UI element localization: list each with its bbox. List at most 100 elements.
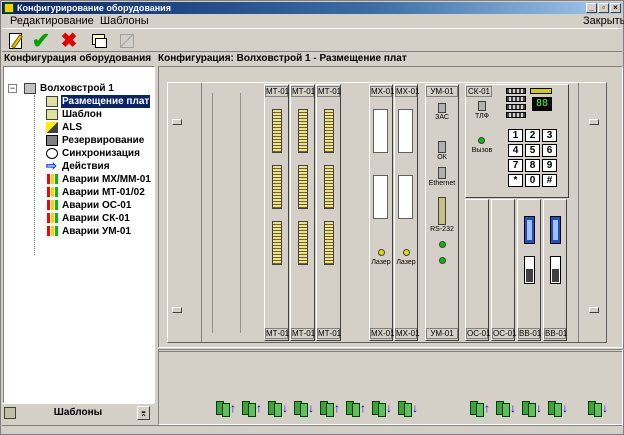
templates-label[interactable]: Шаблоны [2,407,154,418]
tree-item-reserve[interactable]: Резервирование [46,134,154,147]
key-8[interactable]: 8 [525,159,540,172]
board-icon-3[interactable]: ↓ [267,398,289,418]
key-6[interactable]: 6 [542,144,557,157]
rack-ear [172,307,182,313]
minimize-button[interactable]: _ [586,3,597,13]
alarm-icon [46,226,58,237]
card-label: УМ-01 [426,328,458,339]
connector [271,221,282,265]
collapse-icon[interactable]: − [8,84,17,93]
tree-item-label: Шаблон [62,109,102,120]
tree-item-sync[interactable]: Синхронизация [46,147,154,160]
board-icon-9[interactable]: ↑ [469,398,491,418]
zas-port [438,103,446,113]
card-mx-2[interactable]: МХ-01 Лазер МХ-01 [394,84,420,341]
card-window [398,175,413,219]
tree-item-template[interactable]: Шаблон [46,108,154,121]
rs232-port [438,197,446,225]
connector [323,221,334,265]
tree-root[interactable]: Волховстрой 1 [24,82,152,95]
laser-label: Лазер [396,259,416,266]
selector-switch[interactable] [524,216,535,244]
key-9[interactable]: 9 [542,159,557,172]
card-window [373,175,388,219]
card-sk[interactable]: СК-01 88 ТЛФ Вызов 1 2 3 4 5 6 7 8 9 * 0… [465,84,569,198]
toggle-switch[interactable] [550,256,561,284]
card-label: ВВ-01 [544,328,568,339]
tree-item-actions[interactable]: ⇨ Действия [46,159,154,173]
disabled-button[interactable] [116,31,138,51]
key-star[interactable]: * [508,174,523,187]
key-7[interactable]: 7 [508,159,523,172]
key-hash[interactable]: # [542,174,557,187]
documents-button[interactable] [88,31,110,51]
key-5[interactable]: 5 [525,144,540,157]
board-down-icon: ↓ [412,401,418,415]
close-window-button[interactable]: × [610,3,621,13]
card-bb-2[interactable]: ВВ-01 [543,199,567,341]
tree-item-alarm-mx[interactable]: Аварии МХ/ММ-01 [46,173,154,186]
menu-close[interactable]: Закрыть [583,15,624,27]
config-tree[interactable]: − Волховстрой 1 Размещение плат Шаблон A… [3,66,155,403]
new-button[interactable] [6,31,28,51]
card-mt-2[interactable]: МТ-01 МТ-01 [290,84,315,341]
tree-item-alarm-sk[interactable]: Аварии СК-01 [46,212,154,225]
tree-item-als[interactable]: ALS [46,121,154,134]
key-4[interactable]: 4 [508,144,523,157]
alarm-icon [46,174,58,185]
toggle-switch[interactable] [524,256,535,284]
right-panel-header: Конфигурация: Волховстрой 1 - Размещение… [158,53,407,64]
board-icon-1[interactable]: ↑ [215,398,237,418]
card-label: МТ-01 [291,86,316,97]
tree-item-label: ALS [62,122,82,133]
board-icon-7[interactable]: ↓ [371,398,393,418]
key-0[interactable]: 0 [525,174,540,187]
templates-toggle-button[interactable]: ⌆ [137,406,150,420]
card-os-2[interactable]: ОС-01 [491,199,517,341]
tree-item-alarm-um[interactable]: Аварии УМ-01 [46,225,154,238]
card-os-1[interactable]: ОС-01 [465,199,491,341]
board-up-icon: ↑ [334,401,340,415]
menu-edit[interactable]: Редактирование [10,15,94,27]
tree-item-board-placement[interactable]: Размещение плат [46,95,154,108]
restore-button[interactable]: ▫ [598,3,609,13]
key-1[interactable]: 1 [508,129,523,142]
board-up-icon: ↑ [484,401,490,415]
card-mt-3[interactable]: МТ-01 МТ-01 [316,84,341,341]
key-2[interactable]: 2 [525,129,540,142]
card-bb-1[interactable]: ВВ-01 [517,199,541,341]
tree-item-alarm-os[interactable]: Аварии ОС-01 [46,199,154,212]
ethernet-port [438,167,446,179]
card-label: ОС-01 [466,328,491,339]
tree-item-alarm-mt[interactable]: Аварии МТ-01/02 [46,186,154,199]
als-icon [46,122,58,133]
selector-switch[interactable] [550,216,561,244]
cancel-button[interactable]: ✖ [58,31,80,51]
board-icon-13[interactable]: ↓ [587,398,609,418]
board-icon-10[interactable]: ↓ [495,398,517,418]
board-icon-5[interactable]: ↑ [319,398,341,418]
card-um[interactable]: УМ-01 ЗАС ОК Ethernet RS-232 УМ-01 [425,84,459,341]
board-icon-2[interactable]: ↑ [241,398,263,418]
board-icon-11[interactable]: ↓ [521,398,543,418]
alarm-icon [46,200,58,211]
apply-button[interactable]: ✔ [30,30,52,52]
menu-templates[interactable]: Шаблоны [100,15,149,27]
board-icon-12[interactable]: ↓ [547,398,569,418]
board-down-icon: ↓ [510,401,516,415]
key-3[interactable]: 3 [542,129,557,142]
card-mx-1[interactable]: МХ-01 Лазер МХ-01 [369,84,395,341]
tree-item-label: Аварии МТ-01/02 [62,187,145,198]
board-up-icon: ↑ [360,401,366,415]
left-panel-header: Конфигурация оборудования [4,53,152,64]
call-led [478,137,485,144]
board-down-icon: ↓ [386,401,392,415]
board-icon-4[interactable]: ↓ [293,398,315,418]
rack-icon [24,83,36,94]
board-icon-8[interactable]: ↓ [397,398,419,418]
palette-divider [159,351,622,352]
board-icon-6[interactable]: ↑ [345,398,367,418]
card-mt-1[interactable]: МТ-01 МТ-01 [264,84,289,341]
tree-item-label: Действия [62,161,110,172]
tree-item-label: Аварии СК-01 [62,213,130,224]
